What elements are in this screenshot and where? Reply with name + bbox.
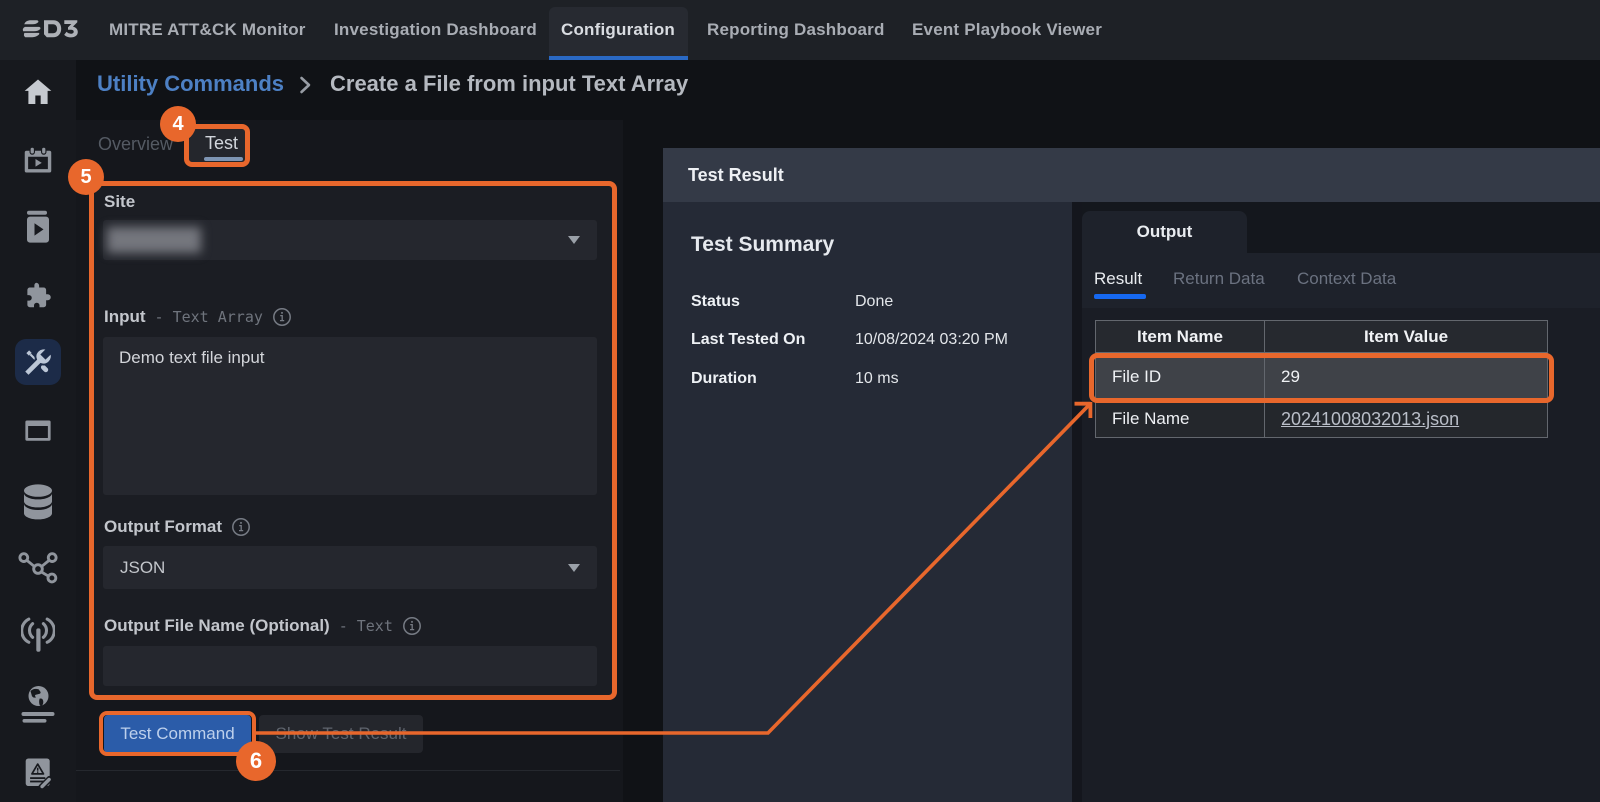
antenna-icon[interactable] xyxy=(21,618,55,653)
document-alert-icon[interactable] xyxy=(25,758,52,789)
share-nodes-icon[interactable] xyxy=(18,552,58,584)
test-result-header: Test Result xyxy=(663,148,1600,202)
nav-item-mitre-attack-monitor[interactable]: MITRE ATT&CK Monitor xyxy=(109,0,306,60)
tools-icon[interactable] xyxy=(23,347,53,377)
nav-item-label: MITRE ATT&CK Monitor xyxy=(109,20,306,40)
subtab-result-active-underline xyxy=(1094,294,1146,299)
last-tested-on-value: 10/08/2024 03:20 PM xyxy=(855,331,1008,349)
tab-overview[interactable]: Overview xyxy=(98,134,173,155)
nav-item-label: Event Playbook Viewer xyxy=(912,20,1102,40)
annotation-box-form xyxy=(89,181,617,700)
globe-publish-icon[interactable] xyxy=(21,686,55,724)
app-window: MITRE ATT&CK Monitor Investigation Dashb… xyxy=(0,0,1600,802)
last-tested-on-label: Last Tested On xyxy=(691,331,805,349)
calendar-icon[interactable] xyxy=(23,415,53,445)
show-test-result-button[interactable]: Show Test Result xyxy=(259,715,423,753)
d3-logo[interactable] xyxy=(20,19,80,39)
puzzle-icon[interactable] xyxy=(23,280,53,310)
annotation-box-file-id-row xyxy=(1089,353,1554,403)
video-book-icon[interactable] xyxy=(26,210,50,244)
status-value: Done xyxy=(855,293,893,311)
file-name-link[interactable]: 20241008032013.json xyxy=(1281,409,1459,429)
breadcrumb-current-page: Create a File from input Text Array xyxy=(330,71,688,97)
nav-item-reporting-dashboard[interactable]: Reporting Dashboard xyxy=(707,0,885,60)
subtab-return-data[interactable]: Return Data xyxy=(1173,269,1265,289)
tab-output[interactable]: Output xyxy=(1082,211,1247,253)
panel-gap-divider xyxy=(1072,202,1082,802)
nav-item-label: Investigation Dashboard xyxy=(334,20,537,40)
left-panel-divider xyxy=(76,770,620,771)
breadcrumb-parent-link[interactable]: Utility Commands xyxy=(97,71,284,97)
show-test-result-button-label: Show Test Result xyxy=(275,724,406,744)
annotation-badge-6: 6 xyxy=(236,741,276,781)
nav-item-investigation-dashboard[interactable]: Investigation Dashboard xyxy=(334,0,537,60)
annotation-box-test-command xyxy=(99,711,256,756)
nav-item-label: Reporting Dashboard xyxy=(707,20,885,40)
home-icon[interactable] xyxy=(22,76,54,108)
subtab-result[interactable]: Result xyxy=(1094,269,1142,289)
nav-item-configuration[interactable]: Configuration xyxy=(561,0,675,60)
nav-active-underline xyxy=(549,56,688,60)
annotation-badge-4: 4 xyxy=(160,106,196,142)
database-icon[interactable] xyxy=(23,484,53,520)
test-summary-title: Test Summary xyxy=(691,233,834,257)
table-row-file-name[interactable]: File Name 20241008032013.json xyxy=(1096,401,1548,438)
column-header-item-name: Item Name xyxy=(1096,321,1265,353)
file-name-name-cell: File Name xyxy=(1096,401,1265,438)
nav-item-event-playbook-viewer[interactable]: Event Playbook Viewer xyxy=(912,0,1102,60)
tab-output-label: Output xyxy=(1137,222,1193,242)
status-label: Status xyxy=(691,293,740,311)
test-result-title: Test Result xyxy=(688,165,784,186)
file-name-value-cell: 20241008032013.json xyxy=(1265,401,1548,438)
annotation-badge-5: 5 xyxy=(68,159,104,195)
column-header-item-value: Item Value xyxy=(1265,321,1548,353)
calendar-play-icon[interactable] xyxy=(23,145,53,175)
result-table-header-row: Item Name Item Value xyxy=(1096,321,1548,353)
breadcrumb-chevron-icon xyxy=(299,76,311,98)
duration-value: 10 ms xyxy=(855,370,899,388)
nav-item-label: Configuration xyxy=(561,20,675,40)
top-nav-bar: MITRE ATT&CK Monitor Investigation Dashb… xyxy=(0,0,1600,60)
subtab-context-data[interactable]: Context Data xyxy=(1297,269,1396,289)
duration-label: Duration xyxy=(691,370,757,388)
